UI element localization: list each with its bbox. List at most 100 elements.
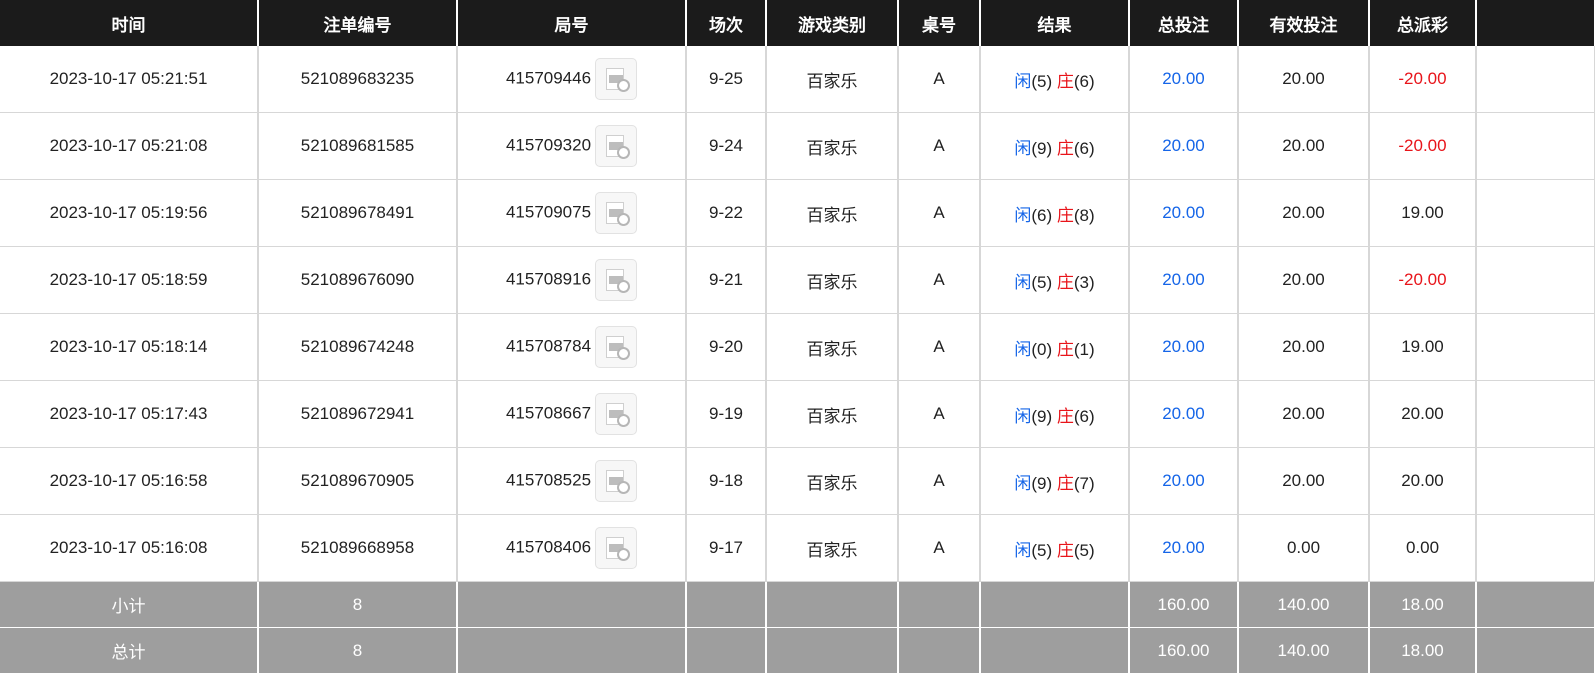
payout-cell: 19.00 <box>1369 313 1477 381</box>
time-cell: 2023-10-17 05:21:51 <box>0 46 259 113</box>
game-type-cell: 百家乐 <box>766 46 899 113</box>
summary-total-bet: 160.00 <box>1129 627 1239 674</box>
video-replay-icon[interactable] <box>595 326 638 368</box>
spacer-cell <box>1476 514 1595 582</box>
payout-cell: 0.00 <box>1369 514 1477 582</box>
time-cell: 2023-10-17 05:18:59 <box>0 246 259 314</box>
table-no-cell: A <box>898 380 981 448</box>
session-cell: 9-22 <box>686 179 767 247</box>
summary-blank <box>980 581 1130 628</box>
summary-blank <box>980 627 1130 674</box>
session-cell: 9-17 <box>686 514 767 582</box>
video-replay-icon[interactable] <box>595 460 638 502</box>
game-type-cell: 百家乐 <box>766 514 899 582</box>
result-cell: 闲(9) 庄(7) <box>980 447 1130 515</box>
summary-row: 小计 8 160.00 140.00 18.00 <box>0 581 1595 628</box>
total-bet-cell: 20.00 <box>1129 514 1239 582</box>
banker-label: 庄 <box>1056 473 1074 493</box>
header-total-payout: 总派彩 <box>1369 0 1477 46</box>
table-row: 2023-10-17 05:16:08 521089668958 4157084… <box>0 514 1595 582</box>
game-type-cell: 百家乐 <box>766 447 899 515</box>
summary-valid-bet: 140.00 <box>1238 627 1370 674</box>
valid-bet-cell: 0.00 <box>1238 514 1370 582</box>
bet-id-cell: 521089674248 <box>258 313 458 381</box>
total-bet-cell: 20.00 <box>1129 46 1239 113</box>
payout-cell: 20.00 <box>1369 380 1477 448</box>
table-body: 2023-10-17 05:21:51 521089683235 4157094… <box>0 46 1595 582</box>
player-label: 闲 <box>1014 339 1032 359</box>
header-table-no: 桌号 <box>898 0 981 46</box>
summary-blank <box>457 581 687 628</box>
header-spacer <box>1476 0 1595 46</box>
video-replay-icon[interactable] <box>595 527 638 569</box>
session-cell: 9-21 <box>686 246 767 314</box>
payout-cell: 19.00 <box>1369 179 1477 247</box>
result-cell: 闲(9) 庄(6) <box>980 380 1130 448</box>
round-id: 415708667 <box>505 403 592 423</box>
summary-label: 总计 <box>0 627 259 674</box>
result-cell: 闲(5) 庄(6) <box>980 46 1130 113</box>
banker-score: (1) <box>1073 339 1095 359</box>
player-score: (0) <box>1031 339 1053 359</box>
session-cell: 9-24 <box>686 112 767 180</box>
valid-bet-cell: 20.00 <box>1238 313 1370 381</box>
summary-body: 小计 8 160.00 140.00 18.00 总计 8 160.00 140… <box>0 581 1595 674</box>
header-valid-bet: 有效投注 <box>1238 0 1370 46</box>
game-type-cell: 百家乐 <box>766 313 899 381</box>
result-cell: 闲(5) 庄(5) <box>980 514 1130 582</box>
spacer-cell <box>1476 313 1595 381</box>
video-replay-icon[interactable] <box>595 58 638 100</box>
round-id-cell: 415709075 <box>457 179 687 247</box>
player-label: 闲 <box>1014 406 1032 426</box>
banker-score: (6) <box>1073 138 1095 158</box>
time-cell: 2023-10-17 05:17:43 <box>0 380 259 448</box>
round-id: 415709320 <box>505 135 592 155</box>
summary-blank <box>686 627 767 674</box>
round-id: 415708916 <box>505 269 592 289</box>
total-bet-cell: 20.00 <box>1129 246 1239 314</box>
game-type-cell: 百家乐 <box>766 380 899 448</box>
total-bet-cell: 20.00 <box>1129 447 1239 515</box>
result-cell: 闲(9) 庄(6) <box>980 112 1130 180</box>
session-cell: 9-18 <box>686 447 767 515</box>
round-id-cell: 415708784 <box>457 313 687 381</box>
player-label: 闲 <box>1014 272 1032 292</box>
total-bet-cell: 20.00 <box>1129 380 1239 448</box>
round-id: 415708784 <box>505 336 592 356</box>
table-row: 2023-10-17 05:18:14 521089674248 4157087… <box>0 313 1595 381</box>
video-replay-icon[interactable] <box>595 192 638 234</box>
result-cell: 闲(5) 庄(3) <box>980 246 1130 314</box>
video-replay-icon[interactable] <box>595 259 638 301</box>
summary-spacer <box>1476 581 1595 628</box>
player-label: 闲 <box>1014 473 1032 493</box>
session-cell: 9-25 <box>686 46 767 113</box>
time-cell: 2023-10-17 05:19:56 <box>0 179 259 247</box>
bet-id-cell: 521089683235 <box>258 46 458 113</box>
bet-id-cell: 521089670905 <box>258 447 458 515</box>
summary-blank <box>686 581 767 628</box>
player-score: (5) <box>1031 540 1053 560</box>
payout-cell: -20.00 <box>1369 46 1477 113</box>
bet-id-cell: 521089676090 <box>258 246 458 314</box>
summary-blank <box>898 581 981 628</box>
banker-label: 庄 <box>1056 205 1074 225</box>
player-label: 闲 <box>1014 71 1032 91</box>
banker-score: (3) <box>1073 272 1095 292</box>
spacer-cell <box>1476 246 1595 314</box>
video-replay-icon[interactable] <box>595 125 638 167</box>
game-type-cell: 百家乐 <box>766 179 899 247</box>
round-id: 415709446 <box>505 68 592 88</box>
summary-total-bet: 160.00 <box>1129 581 1239 628</box>
player-label: 闲 <box>1014 540 1032 560</box>
round-id-cell: 415708667 <box>457 380 687 448</box>
video-replay-icon[interactable] <box>595 393 638 435</box>
banker-score: (6) <box>1073 406 1095 426</box>
spacer-cell <box>1476 46 1595 113</box>
time-cell: 2023-10-17 05:16:08 <box>0 514 259 582</box>
header-result: 结果 <box>980 0 1130 46</box>
round-id: 415709075 <box>505 202 592 222</box>
time-cell: 2023-10-17 05:21:08 <box>0 112 259 180</box>
round-id-cell: 415708406 <box>457 514 687 582</box>
round-id-cell: 415708916 <box>457 246 687 314</box>
session-cell: 9-19 <box>686 380 767 448</box>
